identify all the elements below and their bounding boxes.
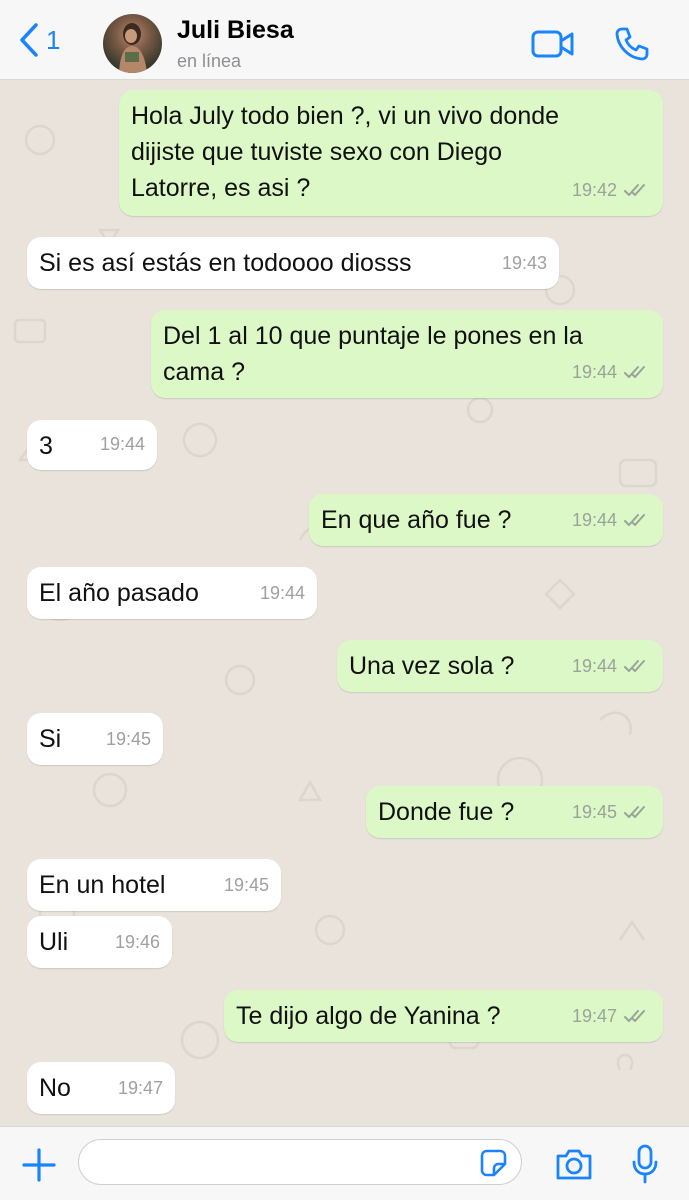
microphone-icon[interactable] xyxy=(630,1143,660,1185)
message-line: Si xyxy=(39,725,62,753)
message-line: Del 1 al 10 que puntaje le pones en la xyxy=(163,322,583,350)
incoming-message[interactable]: Uli 19:46 xyxy=(27,916,172,968)
message-time: 19:44 xyxy=(571,510,617,530)
message-text: Uli xyxy=(39,924,68,960)
outgoing-message[interactable]: Te dijo algo de Yanina ? 19:47 xyxy=(224,990,663,1042)
message-text: Te dijo algo de Yanina ? xyxy=(236,998,501,1034)
message-meta: 19:47 xyxy=(118,1070,163,1106)
message-text: Donde fue ? xyxy=(378,794,514,830)
message-time: 19:43 xyxy=(501,253,547,273)
avatar[interactable] xyxy=(103,14,162,73)
message-meta: 19:45 xyxy=(572,794,651,830)
contact-name[interactable]: Juli Biesa xyxy=(177,16,294,45)
unread-count: 1 xyxy=(46,24,61,55)
message-time: 19:44 xyxy=(571,656,617,676)
outgoing-message[interactable]: Donde fue ? 19:45 xyxy=(366,786,663,838)
message-time: 19:44 xyxy=(259,583,305,603)
message-meta: 19:44 xyxy=(572,502,651,538)
message-time: 19:45 xyxy=(105,729,151,749)
message-text: Del 1 al 10 que puntaje le pones en la ca… xyxy=(163,318,583,390)
message-time: 19:45 xyxy=(571,802,617,822)
message-time: 19:44 xyxy=(571,362,617,382)
message-time: 19:42 xyxy=(571,180,617,200)
camera-icon[interactable] xyxy=(554,1147,594,1181)
message-text: El año pasado xyxy=(39,575,199,611)
outgoing-message[interactable]: Hola July todo bien ?, vi un vivo donde d… xyxy=(119,90,663,216)
incoming-message[interactable]: No 19:47 xyxy=(27,1062,175,1114)
incoming-message[interactable]: El año pasado 19:44 xyxy=(27,567,317,619)
message-meta: 19:44 xyxy=(260,575,305,611)
message-input[interactable] xyxy=(78,1139,522,1185)
message-meta: 19:45 xyxy=(106,721,151,757)
message-text: Si es así estás en todoooo diosss xyxy=(39,245,411,281)
message-line: El año pasado xyxy=(39,579,199,607)
message-line: Te dijo algo de Yanina ? xyxy=(236,1002,501,1030)
incoming-message[interactable]: Si 19:45 xyxy=(27,713,163,765)
read-receipt-icon xyxy=(624,514,645,526)
message-time: 19:47 xyxy=(571,1006,617,1026)
message-meta: 19:45 xyxy=(224,867,269,903)
message-meta: 19:42 xyxy=(572,172,651,208)
message-line: Uli xyxy=(39,928,69,956)
message-meta: 19:43 xyxy=(502,245,547,281)
outgoing-message[interactable]: En que año fue ? 19:44 xyxy=(309,494,663,546)
message-text: En un hotel xyxy=(39,867,166,903)
read-receipt-icon xyxy=(624,1010,645,1022)
message-meta: 19:47 xyxy=(572,998,651,1034)
message-line: No xyxy=(39,1074,71,1102)
message-meta: 19:46 xyxy=(115,924,160,960)
message-time: 19:46 xyxy=(114,932,160,952)
message-text: En que año fue ? xyxy=(321,502,511,538)
message-line: Si es así estás en todoooo diosss xyxy=(39,249,412,277)
message-text: Una vez sola ? xyxy=(349,648,514,684)
message-line: Latorre, es asi ? xyxy=(131,174,311,202)
message-line: dijiste que tuviste sexo con Diego xyxy=(131,138,503,166)
incoming-message[interactable]: 3 19:44 xyxy=(27,420,157,470)
message-line: cama ? xyxy=(163,358,245,386)
sticker-icon[interactable] xyxy=(478,1148,508,1178)
incoming-message[interactable]: Si es así estás en todoooo diosss 19:43 xyxy=(27,237,559,289)
message-meta: 19:44 xyxy=(572,354,651,390)
back-button[interactable]: 1 xyxy=(18,22,60,58)
contact-status: en línea xyxy=(177,51,242,71)
message-line: 3 xyxy=(39,432,53,460)
message-line: En que año fue ? xyxy=(321,506,512,534)
read-receipt-icon xyxy=(624,184,645,196)
phone-icon[interactable] xyxy=(614,26,650,62)
message-time: 19:44 xyxy=(99,434,145,454)
chevron-left-icon xyxy=(20,23,38,57)
outgoing-message[interactable]: Una vez sola ? 19:44 xyxy=(337,640,663,692)
composer-bar xyxy=(0,1126,689,1200)
incoming-message[interactable]: En un hotel 19:45 xyxy=(27,859,281,911)
read-receipt-icon xyxy=(624,660,645,672)
message-text: 3 xyxy=(39,428,53,464)
video-camera-icon[interactable] xyxy=(531,29,575,59)
chat-area[interactable]: Hola July todo bien ?, vi un vivo donde d… xyxy=(0,80,689,1126)
message-line: Hola July todo bien ?, vi un vivo donde xyxy=(131,102,560,130)
message-text: Hola July todo bien ?, vi un vivo donde d… xyxy=(131,98,559,206)
outgoing-message[interactable]: Del 1 al 10 que puntaje le pones en la ca… xyxy=(151,310,663,398)
read-receipt-icon xyxy=(624,366,645,378)
chat-header: 1 Juli Biesa en línea xyxy=(0,0,689,80)
avatar-photo xyxy=(119,23,147,73)
message-text: Si xyxy=(39,721,61,757)
plus-icon[interactable] xyxy=(21,1147,57,1183)
message-meta: 19:44 xyxy=(100,426,145,462)
message-text: No xyxy=(39,1070,71,1106)
message-line: Una vez sola ? xyxy=(349,652,515,680)
message-time: 19:47 xyxy=(117,1078,163,1098)
message-time: 19:45 xyxy=(223,875,269,895)
message-line: En un hotel xyxy=(39,871,166,899)
read-receipt-icon xyxy=(624,806,645,818)
message-meta: 19:44 xyxy=(572,648,651,684)
message-line: Donde fue ? xyxy=(378,798,515,826)
